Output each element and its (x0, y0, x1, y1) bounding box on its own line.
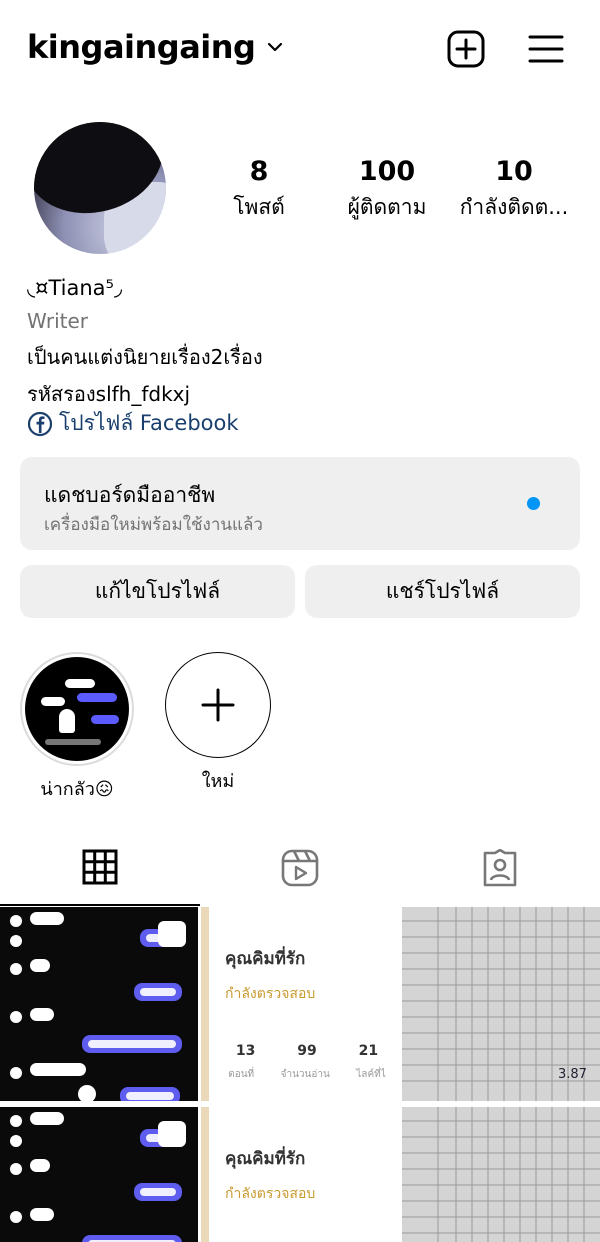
profile-header: kingaingaing (0, 0, 600, 96)
username-label: kingaingaing (27, 28, 256, 66)
story-stat-label: ตอนที่ (228, 1069, 255, 1080)
new-indicator-dot (527, 497, 540, 510)
story-status: กำลังตรวจสอบ (225, 986, 316, 1002)
menu-icon (528, 35, 564, 63)
dashboard-title: แดชบอร์ดมืออาชีพ (44, 483, 216, 507)
profile-tabs (0, 830, 600, 906)
post-thumbnail[interactable] (0, 1107, 198, 1242)
posts-stat[interactable]: 8 โพสต์ (210, 156, 308, 224)
username-switcher[interactable]: kingaingaing (27, 28, 285, 66)
menu-button[interactable] (524, 27, 568, 71)
grid-icon (82, 849, 118, 885)
followers-stat[interactable]: 100 ผู้ติดตาม (332, 156, 442, 224)
bio-line-1: เป็นคนแต่งนิยายเรื่อง2เรื่อง (27, 345, 263, 369)
tab-posts-grid[interactable] (0, 830, 200, 906)
following-label: กำลังติดต... (459, 195, 569, 219)
reels-icon (281, 849, 319, 887)
professional-dashboard[interactable]: แดชบอร์ดมืออาชีพ เครื่องมือใหม่พร้อมใช้ง… (20, 457, 580, 550)
posts-count: 8 (249, 156, 269, 187)
tab-reels[interactable] (200, 830, 400, 906)
new-highlight-circle (165, 652, 271, 758)
tagged-icon (483, 849, 517, 887)
post-thumbnail[interactable]: คุณคิมที่รัก กำลังตรวจสอบ (201, 1107, 399, 1242)
add-post-button[interactable] (444, 27, 488, 71)
sheet-value: 3.87 (558, 1067, 587, 1082)
reel-badge-icon (158, 921, 186, 947)
post-thumbnail[interactable]: คุณคิมที่รัก กำลังตรวจสอบ 13 99 21 ตอนที… (201, 907, 399, 1101)
highlight-item[interactable]: น่ากลัว😖 (20, 652, 134, 803)
new-highlight-label: ใหม่ (201, 771, 235, 792)
facebook-link-label: โปรไฟล์ Facebook (59, 411, 239, 435)
tab-tagged[interactable] (400, 830, 600, 906)
highlight-cover (25, 657, 129, 761)
add-post-icon (447, 30, 485, 68)
story-stat: 21 (358, 1043, 379, 1059)
followers-label: ผู้ติดตาม (347, 195, 427, 219)
bio-line-2: รหัสรองslfh_fdkxj (27, 382, 191, 406)
dashboard-subtitle: เครื่องมือใหม่พร้อมใช้งานแล้ว (44, 515, 263, 535)
post-thumbnail[interactable] (402, 1107, 600, 1242)
new-highlight-button[interactable]: ใหม่ (165, 652, 271, 795)
story-stat: 13 (235, 1043, 256, 1059)
story-title: คุณคิมที่รัก (225, 949, 306, 969)
highlight-ring (20, 652, 134, 766)
following-count: 10 (495, 156, 533, 187)
story-stat-label: จำนวนอ่าน (280, 1069, 330, 1080)
story-stat: 99 (297, 1043, 317, 1059)
story-title: คุณคิมที่รัก (225, 1149, 306, 1169)
post-thumbnail[interactable] (0, 907, 198, 1101)
profile-category: Writer (27, 309, 89, 333)
share-profile-button[interactable]: แชร์โปรไฟล์ (305, 565, 580, 618)
plus-icon (201, 688, 235, 722)
post-thumbnail[interactable]: 3.87 (402, 907, 600, 1101)
facebook-profile-link[interactable]: โปรไฟล์ Facebook (27, 407, 239, 440)
posts-label: โพสต์ (233, 195, 285, 219)
facebook-icon (27, 411, 53, 436)
following-stat[interactable]: 10 กำลังติดต... (450, 156, 578, 224)
story-status: กำลังตรวจสอบ (225, 1186, 316, 1202)
highlight-label: น่ากลัว😖 (40, 779, 114, 800)
story-stat-label: ไลค์ที่ไ (356, 1069, 386, 1080)
chevron-down-icon (268, 42, 283, 52)
edit-profile-button[interactable]: แก้ไขโปรไฟล์ (20, 565, 295, 618)
display-name: ◟¤Tiana⁵◞ (27, 276, 123, 300)
followers-count: 100 (358, 156, 416, 187)
profile-avatar[interactable] (34, 122, 166, 254)
reel-badge-icon (158, 1121, 186, 1147)
